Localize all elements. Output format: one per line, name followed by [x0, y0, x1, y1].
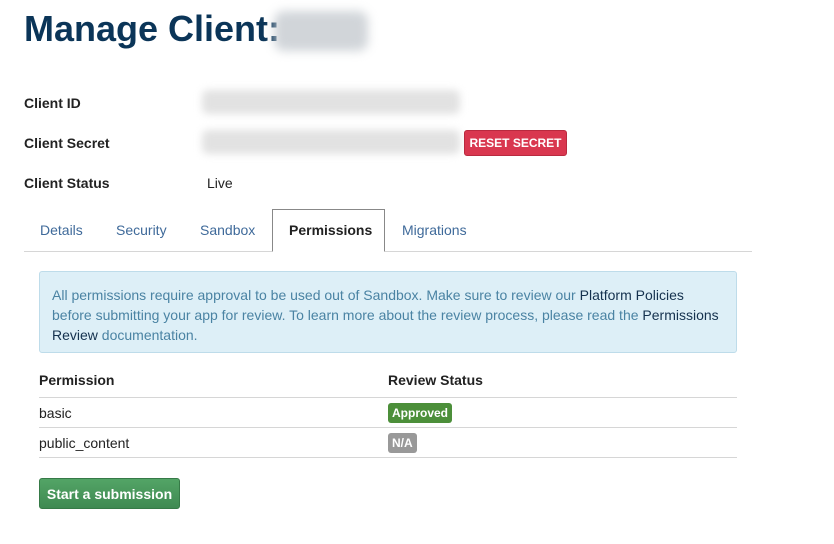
- tab-sandbox[interactable]: Sandbox: [184, 209, 271, 251]
- table-row: public_content N/A: [39, 427, 737, 458]
- table-header-row: Permission Review Status: [39, 363, 737, 398]
- tab-permissions[interactable]: Permissions: [272, 209, 385, 252]
- permissions-notice: All permissions require approval to be u…: [39, 271, 737, 353]
- platform-policies-link[interactable]: Platform Policies: [580, 287, 684, 303]
- client-id-value-redacted: [202, 90, 460, 114]
- column-header-review-status: Review Status: [388, 363, 737, 398]
- tab-details[interactable]: Details: [24, 209, 99, 251]
- notice-text-2: before submitting your app for review. T…: [52, 307, 643, 323]
- permissions-table: Permission Review Status basic Approved …: [39, 363, 737, 458]
- table-row: basic Approved: [39, 397, 737, 428]
- status-badge: Approved: [388, 402, 453, 423]
- client-id-label: Client ID: [24, 95, 81, 111]
- tab-migrations[interactable]: Migrations: [386, 209, 483, 251]
- client-secret-value-redacted: [202, 130, 460, 154]
- permission-name: public_content: [39, 427, 388, 458]
- client-name-redacted: [274, 11, 368, 51]
- notice-text-1: All permissions require approval to be u…: [52, 287, 580, 303]
- client-status-value: Live: [207, 175, 233, 191]
- start-submission-button[interactable]: Start a submission: [39, 478, 180, 509]
- client-status-label: Client Status: [24, 175, 110, 191]
- tab-security[interactable]: Security: [100, 209, 183, 251]
- page-title: Manage Client:: [24, 8, 281, 49]
- client-tabs: Details Security Sandbox Permissions Mig…: [24, 209, 752, 252]
- reset-secret-button[interactable]: RESET SECRET: [464, 130, 567, 156]
- client-secret-label: Client Secret: [24, 135, 110, 151]
- status-badge: N/A: [388, 432, 417, 453]
- permission-name: basic: [39, 397, 388, 428]
- notice-text-3: documentation.: [97, 327, 198, 343]
- column-header-permission: Permission: [39, 363, 388, 398]
